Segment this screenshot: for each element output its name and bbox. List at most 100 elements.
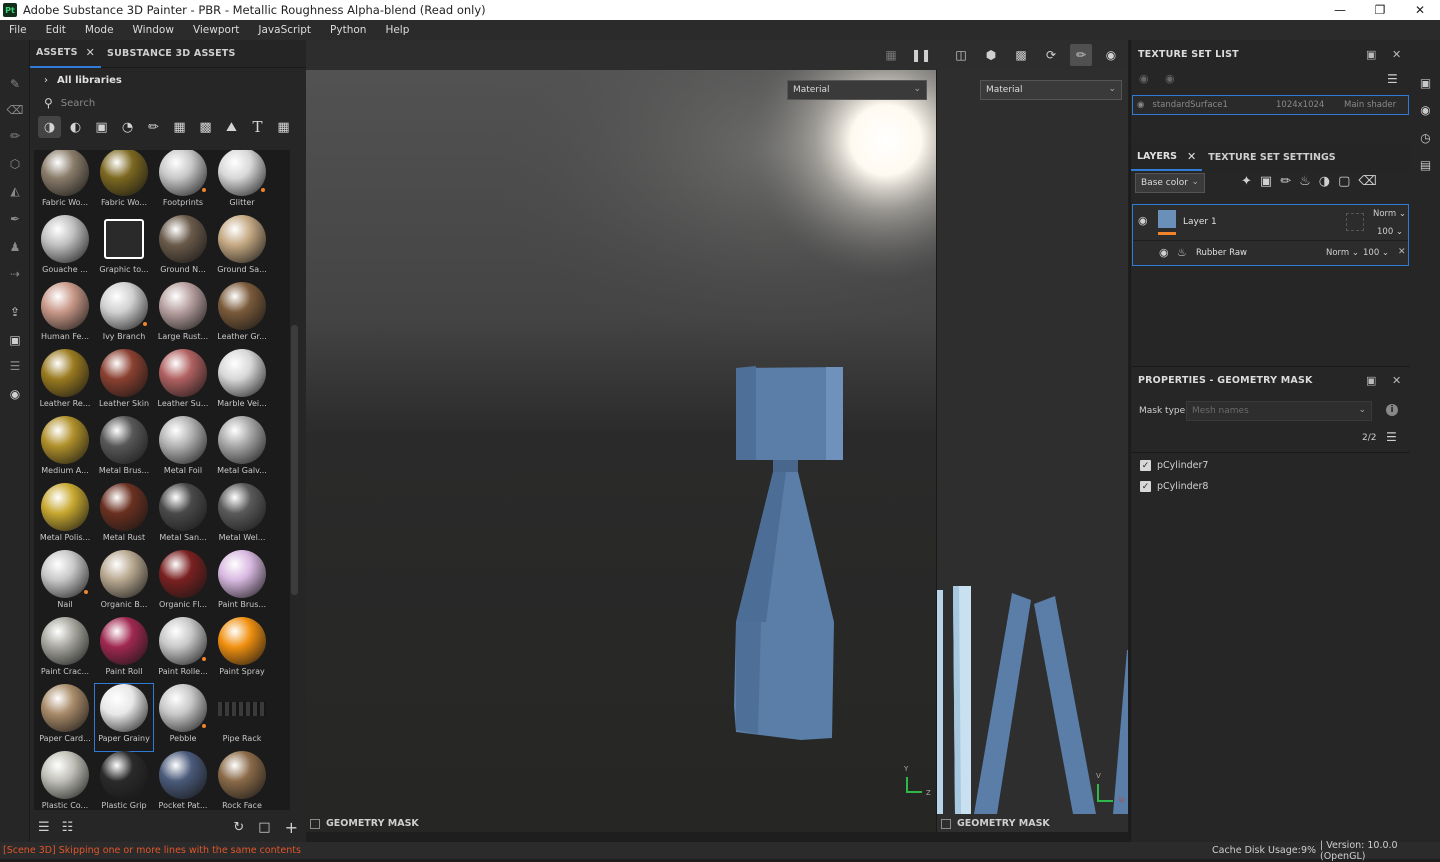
asset-item[interactable]: Metal Wel...	[213, 483, 271, 550]
asset-item[interactable]: Pipe Rack	[213, 684, 271, 751]
shelf-icon[interactable]: ◉	[1418, 102, 1433, 117]
tab-layers[interactable]: LAYERS ✕	[1131, 143, 1203, 171]
menu-viewport[interactable]: Viewport	[184, 24, 249, 36]
eyedropper-icon[interactable]: ⇢	[7, 266, 23, 282]
textures-filter-icon[interactable]: ▦	[168, 116, 191, 138]
display-settings-icon[interactable]: ☰	[7, 358, 23, 374]
asset-item[interactable]: Paint Brus...	[213, 550, 271, 617]
add-folder-icon[interactable]: ▢	[1338, 174, 1350, 189]
list-options-icon[interactable]: ☰	[1386, 430, 1397, 444]
view-mode-icon[interactable]: ⬢	[980, 44, 1002, 66]
asset-scrollbar[interactable]	[291, 325, 298, 595]
asset-item[interactable]: Metal Polis...	[36, 483, 94, 550]
materials-filter-icon[interactable]: ◑	[38, 116, 61, 138]
menu-python[interactable]: Python	[321, 24, 376, 36]
asset-item[interactable]: Leather Skin	[95, 349, 153, 416]
asset-item[interactable]: Metal Rust	[95, 483, 153, 550]
add-mask-icon[interactable]: ▣	[1260, 174, 1272, 189]
asset-item[interactable]: Paper Card...	[36, 684, 94, 751]
visibility-icon[interactable]: ◉	[1137, 100, 1144, 110]
viewport-2d[interactable]: V U GEOMETRY MASK	[936, 70, 1128, 832]
menu-window[interactable]: Window	[124, 24, 184, 36]
search-input[interactable]: ⚲ Search	[30, 92, 306, 114]
tab-substance-3d-assets[interactable]: SUBSTANCE 3D ASSETS	[101, 40, 241, 68]
asset-item[interactable]: Nail	[36, 550, 94, 617]
environments-filter-icon[interactable]: ⛰	[220, 116, 243, 138]
asset-item[interactable]: Paint Spray	[213, 617, 271, 684]
generators-filter-icon[interactable]: ◔	[116, 116, 139, 138]
asset-item[interactable]: Metal Foil	[154, 416, 212, 483]
delete-icon[interactable]: ⌫	[1358, 174, 1376, 189]
environment-rotate-icon[interactable]: ⟳	[1040, 44, 1062, 66]
maximize-icon[interactable]: ❐	[1360, 0, 1400, 20]
close-icon[interactable]: ✕	[86, 46, 95, 59]
close-icon[interactable]: ✕	[1400, 0, 1440, 20]
minimize-icon[interactable]: —	[1320, 0, 1360, 20]
asset-item[interactable]: Ground N...	[154, 215, 212, 282]
asset-item[interactable]: Metal Galv...	[213, 416, 271, 483]
undock-icon[interactable]: ▣	[1366, 48, 1377, 61]
asset-item[interactable]: Leather Re...	[36, 349, 94, 416]
asset-item[interactable]: Paint Crac...	[36, 617, 94, 684]
close-icon[interactable]: ✕	[1392, 374, 1401, 387]
bake-icon[interactable]: ▣	[7, 332, 23, 348]
layer-blend-mode[interactable]: Norm ⌄	[1373, 209, 1406, 219]
mesh-item[interactable]: ✓ pCylinder8	[1140, 481, 1208, 492]
asset-item[interactable]: Paint Rolle...	[154, 617, 212, 684]
close-icon[interactable]: ✕	[1187, 150, 1196, 163]
texture-set-list-icon[interactable]: ▣	[1418, 75, 1433, 90]
paint-mode-icon[interactable]: ✏	[1070, 44, 1092, 66]
hide-all-icon[interactable]: ◉	[1139, 72, 1149, 85]
viewport-3d[interactable]: Y Z GEOMETRY MASK	[306, 40, 936, 832]
asset-item[interactable]: Organic Fl...	[154, 550, 212, 617]
geometry-mask-checkbox-3d[interactable]	[310, 818, 320, 829]
asset-item[interactable]: Leather Gr...	[213, 282, 271, 349]
asset-item[interactable]: Rock Face	[213, 751, 271, 810]
asset-item[interactable]: Medium A...	[36, 416, 94, 483]
remove-effect-icon[interactable]: ✕	[1398, 247, 1406, 257]
channel-dropdown[interactable]: Base color ⌄	[1135, 173, 1205, 193]
material-dropdown-3d[interactable]: Material ⌄	[787, 80, 927, 100]
eye-icon[interactable]: ◉	[1159, 246, 1169, 259]
asset-item[interactable]: Metal San...	[154, 483, 212, 550]
asset-item[interactable]: Organic B...	[95, 550, 153, 617]
asset-item[interactable]: Marble Vei...	[213, 349, 271, 416]
layer-opacity[interactable]: 100 ⌄	[1377, 227, 1403, 237]
texture-set-row[interactable]: ◉ standardSurface1 1024x1024 Main shader	[1132, 95, 1409, 115]
layer-mask-slot[interactable]	[1346, 213, 1364, 231]
asset-item[interactable]: Fabric Wo...	[36, 150, 94, 215]
asset-item[interactable]: Ivy Branch	[95, 282, 153, 349]
layer-row[interactable]: ◉ Layer 1 Norm ⌄ 100 ⌄	[1133, 205, 1408, 241]
asset-item[interactable]: Plastic Co...	[36, 751, 94, 810]
add-effect-icon[interactable]: ✦	[1241, 174, 1252, 189]
asset-item[interactable]: Fabric Wo...	[95, 150, 153, 215]
projection-icon[interactable]: ✏	[7, 128, 23, 144]
paint-brush-icon[interactable]: ✎	[7, 76, 23, 92]
brushes-filter-icon[interactable]: ✏	[142, 116, 165, 138]
asset-item[interactable]: Footprints	[154, 150, 212, 215]
eraser-icon[interactable]: ⌫	[7, 102, 24, 118]
asset-item[interactable]: Gouache ...	[36, 215, 94, 282]
filter-settings-icon[interactable]: ☰	[38, 820, 50, 835]
mask-type-dropdown[interactable]: Mesh names ⌄	[1186, 401, 1372, 421]
asset-item[interactable]: Leather Su...	[154, 349, 212, 416]
asset-item[interactable]: Metal Brus...	[95, 416, 153, 483]
effect-row[interactable]: ◉ ♨ Rubber Raw Norm ⌄ 100 ⌄ ✕	[1133, 242, 1408, 265]
breadcrumb[interactable]: › All libraries	[30, 68, 306, 92]
geometry-mask-toggle-2d[interactable]: GEOMETRY MASK	[941, 818, 1050, 829]
checkbox-checked-icon[interactable]: ✓	[1140, 481, 1151, 492]
effect-opacity[interactable]: 100 ⌄	[1363, 248, 1389, 258]
text-filter-icon[interactable]: T	[246, 116, 269, 138]
geometry-fill-icon[interactable]: ⬡	[7, 156, 23, 172]
smart-materials-filter-icon[interactable]: ◐	[64, 116, 87, 138]
smudge-icon[interactable]: ◭	[7, 183, 23, 199]
menu-help[interactable]: Help	[376, 24, 419, 36]
asset-item[interactable]: Large Rust...	[154, 282, 212, 349]
menu-edit[interactable]: Edit	[37, 24, 76, 36]
menu-file[interactable]: File	[0, 24, 37, 36]
tab-assets[interactable]: ASSETS ✕	[30, 40, 102, 68]
material-picker-icon[interactable]: ♟	[7, 239, 23, 255]
mesh-item[interactable]: ✓ pCylinder7	[1140, 460, 1208, 471]
history-icon[interactable]: ◷	[1418, 130, 1433, 145]
grid-view-icon[interactable]: ▦	[272, 116, 295, 138]
